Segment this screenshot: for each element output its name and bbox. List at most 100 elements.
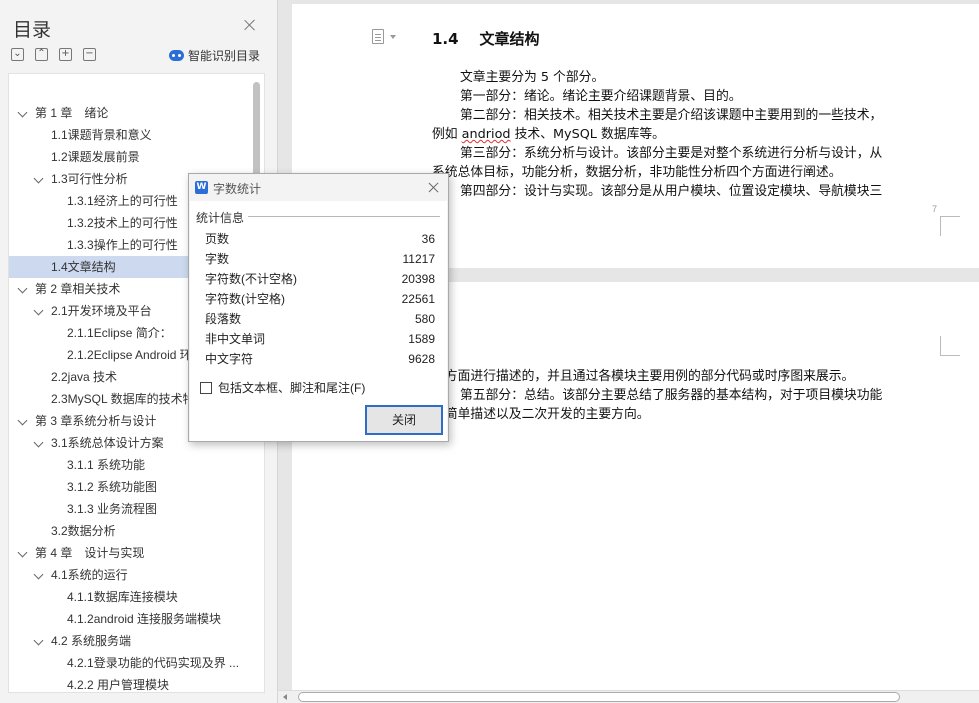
- toc-item[interactable]: 4.1.2android 连接服务端模块: [9, 608, 249, 630]
- close-icon[interactable]: [428, 181, 440, 193]
- toc-item[interactable]: 4.1系统的运行: [9, 564, 249, 586]
- expand-all-button[interactable]: ⌃: [35, 48, 48, 61]
- stat-row: 字数 11217: [205, 249, 435, 269]
- toc-item-label: 第 4 章 设计与实现: [35, 546, 145, 560]
- expand-level-button[interactable]: +: [59, 48, 72, 61]
- chevron-down-icon[interactable]: [33, 569, 44, 580]
- toc-item[interactable]: 4.2 系统服务端: [9, 630, 249, 652]
- toc-item[interactable]: 3.2数据分析: [9, 520, 249, 542]
- margin-corner-mark: [940, 216, 960, 236]
- toc-item-label: 1.1课题背景和意义: [51, 128, 152, 142]
- stat-value: 9628: [408, 352, 435, 366]
- toc-item-label: 第 3 章系统分析与设计: [35, 414, 157, 428]
- text-run: 例如: [432, 127, 462, 142]
- body-line: 第四部分：设计与实现。该部分是从用户模块、位置设定模块、导航模块三: [460, 184, 883, 199]
- smart-identify-button[interactable]: 智能识别目录: [169, 47, 260, 64]
- toc-item-label: 1.2课题发展前景: [51, 150, 140, 164]
- chevron-down-icon[interactable]: [17, 283, 28, 294]
- body-line: 系统总体目标，功能分析，数据分析，非功能性分析四个方面进行阐述。: [432, 165, 842, 180]
- toc-item[interactable]: 3.1.3 业务流程图: [9, 498, 249, 520]
- body-line: 第三部分：系统分析与设计。该部分主要是对整个系统进行分析与设计，从: [460, 146, 883, 161]
- toc-item[interactable]: 第 1 章 绪论: [9, 102, 249, 124]
- toc-item-label: 2.1开发环境及平台: [51, 304, 152, 318]
- divider: [248, 216, 440, 217]
- collapse-level-button[interactable]: −: [83, 48, 96, 61]
- collapse-all-button[interactable]: ⌄: [11, 48, 24, 61]
- section-heading: 1.4 文章结构: [432, 30, 540, 48]
- toc-item-label: 4.2.1登录功能的代码实现及界 ...: [67, 656, 240, 670]
- toc-item-label: 4.1系统的运行: [51, 568, 128, 582]
- stat-label: 字数: [205, 252, 230, 266]
- stat-row: 字符数(计空格) 22561: [205, 289, 435, 309]
- toc-item-label: 第 2 章相关技术: [35, 282, 121, 296]
- chevron-down-icon[interactable]: [33, 437, 44, 448]
- stat-label: 非中文单词: [205, 332, 266, 346]
- toc-item-label: 3.1系统总体设计方案: [51, 436, 164, 450]
- toc-item[interactable]: 3.1.1 系统功能: [9, 454, 249, 476]
- toc-item-label: 1.3.2技术上的可行性: [67, 216, 178, 230]
- toc-item-label: 2.1.2Eclipse Android 环境: [67, 348, 204, 362]
- word-count-dialog: W 字数统计 统计信息 页数 36 字数 11217 字符数(不计空格) 20398 字符数…: [188, 173, 449, 442]
- toc-item-label: 3.2数据分析: [51, 524, 116, 538]
- body-line: 例如 andriod 技术、MySQL 数据库等。: [432, 125, 940, 144]
- toc-item-label: 2.2java 技术: [51, 370, 118, 384]
- toc-item-label: 1.3.1经济上的可行性: [67, 194, 178, 208]
- wps-writer-icon: W: [195, 181, 208, 194]
- scroll-left-icon[interactable]: [283, 694, 287, 700]
- chevron-down-icon[interactable]: [33, 635, 44, 646]
- stat-label: 字符数(不计空格): [205, 272, 297, 286]
- toc-item-label: 1.3.3操作上的可行性: [67, 238, 178, 252]
- margin-corner-mark: [940, 336, 960, 356]
- body-line: 第五部分：总结。该部分主要总结了服务器的基本结构，对于项目模块功能: [460, 388, 883, 403]
- robot-icon: [169, 50, 184, 61]
- checkbox-icon[interactable]: [200, 381, 212, 394]
- stat-value: 580: [414, 312, 435, 326]
- toc-item-label: 2.3MySQL 数据库的技术特点: [51, 392, 207, 406]
- toc-item-label: 4.2 系统服务端: [51, 634, 132, 648]
- toc-item-label: 3.1.1 系统功能: [67, 458, 146, 472]
- toc-item-label: 4.1.2android 连接服务端模块: [67, 612, 222, 626]
- spelling-error-word[interactable]: andriod: [462, 127, 511, 142]
- body-line: 第一部分：绪论。绪论主要介绍课题背景、目的。: [460, 89, 742, 104]
- section-label: 统计信息: [196, 211, 245, 225]
- stat-label: 字符数(计空格): [205, 292, 285, 306]
- document-icon[interactable]: [372, 29, 384, 44]
- stat-label: 段落数: [205, 312, 242, 326]
- page-number: 7: [932, 204, 938, 214]
- toc-item[interactable]: 3.1.2 系统功能图: [9, 476, 249, 498]
- include-option-checkbox[interactable]: 包括文本框、脚注和尾注(F): [200, 379, 365, 396]
- chevron-down-icon[interactable]: [17, 547, 28, 558]
- stat-value: 1589: [408, 332, 435, 346]
- body-line: 的简单描述以及二次开发的主要方向。: [432, 407, 650, 422]
- toc-item-label: 3.1.2 系统功能图: [67, 480, 158, 494]
- stat-row: 字符数(不计空格) 20398: [205, 269, 435, 289]
- toc-item-label: 1.4文章结构: [51, 260, 116, 274]
- horizontal-scrollbar[interactable]: [278, 690, 979, 703]
- close-button[interactable]: 关闭: [365, 405, 443, 435]
- stat-row: 页数 36: [205, 229, 435, 249]
- toc-title: 目录: [13, 20, 52, 41]
- toc-item[interactable]: 第 4 章 设计与实现: [9, 542, 249, 564]
- toc-item[interactable]: 1.2课题发展前景: [9, 146, 249, 168]
- smart-identify-label: 智能识别目录: [188, 49, 261, 63]
- toc-item[interactable]: 4.2.1登录功能的代码实现及界 ...: [9, 652, 249, 674]
- toc-item-label: 2.1.1Eclipse 简介：: [67, 326, 172, 340]
- dialog-body: 统计信息 页数 36 字数 11217 字符数(不计空格) 20398 字符数(计空格) 22…: [190, 201, 447, 441]
- body-line: 第二部分：相关技术。相关技术主要是介绍该课题中主要用到的一些技术，: [460, 108, 883, 123]
- stat-row: 段落数 580: [205, 309, 435, 329]
- close-icon[interactable]: [243, 18, 257, 32]
- scrollbar-thumb[interactable]: [298, 692, 900, 702]
- chevron-down-icon[interactable]: [17, 107, 28, 118]
- dropdown-arrow-icon[interactable]: [390, 35, 396, 39]
- chevron-down-icon[interactable]: [33, 305, 44, 316]
- chevron-down-icon[interactable]: [17, 415, 28, 426]
- toc-item[interactable]: 1.1课题背景和意义: [9, 124, 249, 146]
- stat-label: 中文字符: [205, 352, 254, 366]
- toc-item-label: 4.2.2 用户管理模块: [67, 678, 170, 692]
- toc-item[interactable]: 4.1.1数据库连接模块: [9, 586, 249, 608]
- chevron-down-icon[interactable]: [33, 173, 44, 184]
- dialog-title: 字数统计: [213, 182, 262, 196]
- toc-item[interactable]: 4.2.2 用户管理模块: [9, 674, 249, 692]
- toc-item-label: 1.3可行性分析: [51, 172, 128, 186]
- body-line: 文章主要分为 5 个部分。: [460, 70, 605, 85]
